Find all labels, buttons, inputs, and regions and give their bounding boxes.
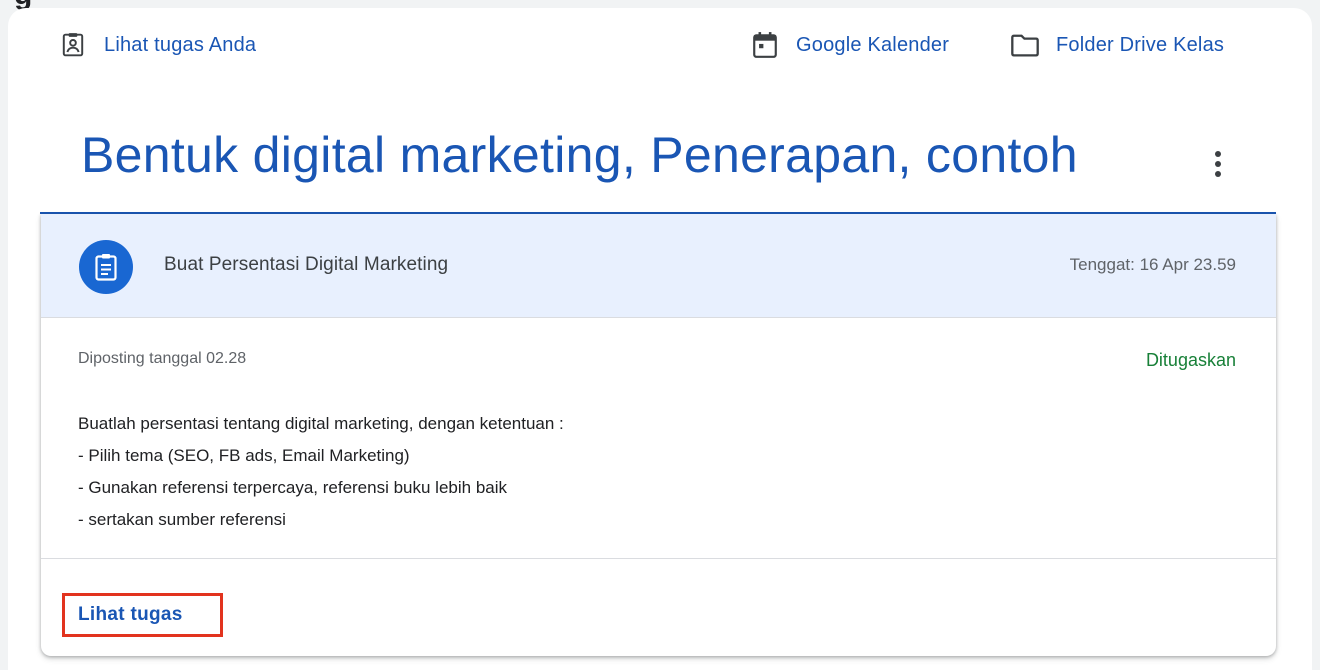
assignment-title: Buat Persentasi Digital Marketing <box>164 254 449 275</box>
description-line: - Gunakan referensi terpercaya, referens… <box>78 478 508 497</box>
assignment-due-date: Tenggat: 16 Apr 23.59 <box>1069 255 1236 274</box>
posted-date: Diposting tanggal 02.28 <box>78 350 247 367</box>
folder-icon <box>1010 30 1040 60</box>
class-drive-folder-label: Folder Drive Kelas <box>1056 33 1225 56</box>
google-calendar-label: Google Kalender <box>796 33 950 56</box>
assignment-ind-icon <box>58 30 88 60</box>
description-line: - Pilih tema (SEO, FB ads, Email Marketi… <box>78 446 410 465</box>
view-your-work-label: Lihat tugas Anda <box>104 33 257 56</box>
assignment-card-footer: Lihat tugas <box>41 558 1276 656</box>
more-options-button[interactable] <box>1200 142 1236 186</box>
view-assignment-button[interactable]: Lihat tugas <box>62 593 223 637</box>
assignment-status: Ditugaskan <box>1145 350 1236 370</box>
assignment-icon <box>79 240 133 294</box>
assignment-card-header[interactable]: Buat Persentasi Digital Marketing Tengga… <box>41 214 1276 318</box>
more-vert-icon <box>1215 151 1221 177</box>
assignment-description: Buatlah persentasi tentang digital marke… <box>78 408 564 536</box>
classwork-page: Lihat tugas Anda Google Kalender Folder … <box>8 8 1312 670</box>
description-line: - sertakan sumber referensi <box>78 510 286 529</box>
google-calendar-link[interactable]: Google Kalender <box>750 30 949 60</box>
calendar-icon <box>750 30 780 60</box>
assignment-card: Buat Persentasi Digital Marketing Tengga… <box>41 214 1276 656</box>
view-your-work-link[interactable]: Lihat tugas Anda <box>58 30 256 60</box>
description-line: Buatlah persentasi tentang digital marke… <box>78 414 564 433</box>
class-drive-folder-link[interactable]: Folder Drive Kelas <box>1010 30 1224 60</box>
topic-title: Bentuk digital marketing, Penerapan, con… <box>81 127 1078 183</box>
